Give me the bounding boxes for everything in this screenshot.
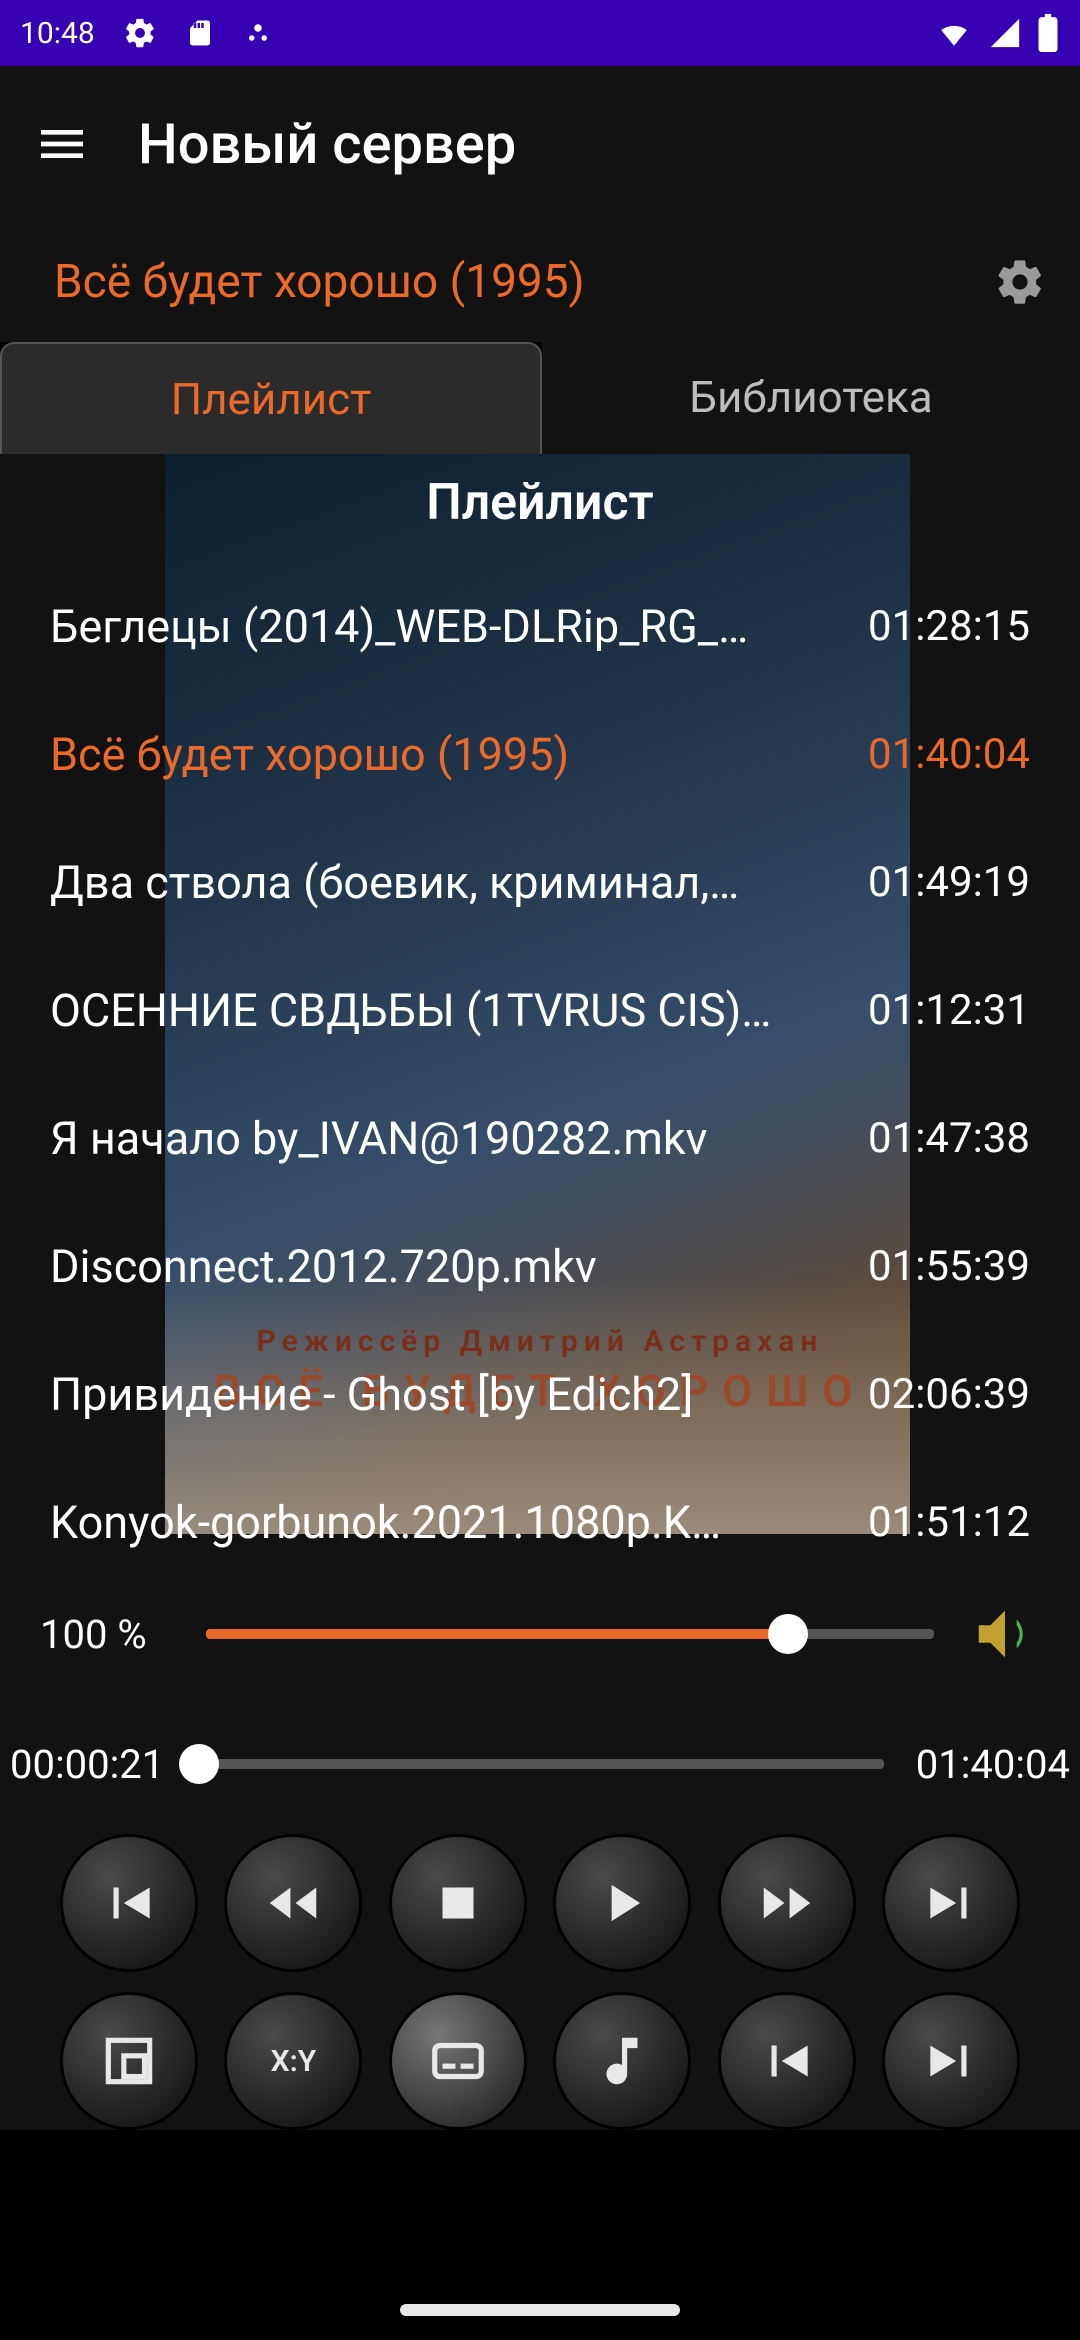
chapter-prev-button[interactable]	[718, 1992, 856, 2130]
battery-icon	[1036, 14, 1060, 52]
page-title: Новый сервер	[138, 111, 516, 177]
track-duration: 01:12:31	[868, 986, 1030, 1035]
tab-label: Плейлист	[171, 373, 372, 425]
tab-label: Библиотека	[689, 371, 932, 423]
nav-bar	[0, 2280, 1080, 2340]
home-indicator[interactable]	[400, 2304, 680, 2316]
list-item[interactable]: Konyok-gorbunok.2021.1080p.K…01:51:12	[50, 1458, 1030, 1554]
track-name: Всё будет хорошо (1995)	[50, 728, 868, 781]
track-duration: 01:40:04	[868, 730, 1030, 779]
fast-forward-button[interactable]	[718, 1834, 856, 1972]
track-duration: 01:47:38	[868, 1114, 1030, 1163]
track-name: Привидение - Ghost [by Edich2]	[50, 1368, 868, 1421]
playlist-content: Режиссёр Дмитрий Астрахан ВСЁ БУДЕТ ХОРО…	[0, 454, 1080, 1554]
tab-library[interactable]: Библиотека	[542, 342, 1080, 454]
stop-button[interactable]	[389, 1834, 527, 1972]
volume-knob[interactable]	[768, 1614, 808, 1654]
chapter-next-button[interactable]	[882, 1992, 1020, 2130]
track-name: Два ствола (боевик, криминал,…	[50, 856, 868, 909]
sd-card-icon	[185, 16, 215, 50]
track-name: Konyok-gorbunok.2021.1080p.K…	[50, 1496, 868, 1549]
tabs: Плейлист Библиотека	[0, 342, 1080, 454]
gear-status-icon	[123, 16, 157, 50]
location-icon	[243, 16, 273, 50]
status-bar: 10:48	[0, 0, 1080, 66]
track-name: Беглецы (2014)_WEB-DLRip_RG_…	[50, 600, 868, 653]
app-bar: Новый сервер	[0, 66, 1080, 222]
rewind-button[interactable]	[224, 1834, 362, 1972]
track-duration: 01:28:15	[868, 602, 1030, 651]
status-time: 10:48	[20, 16, 95, 51]
list-item[interactable]: Я начало by_IVAN@190282.mkv01:47:38	[50, 1074, 1030, 1202]
list-item[interactable]: Disconnect.2012.720p.mkv01:55:39	[50, 1202, 1030, 1330]
track-duration: 02:06:39	[868, 1370, 1030, 1419]
track-name: ОСЕННИЕ СВДЬБЫ (1TVRUS CIS)…	[50, 984, 868, 1037]
track-duration: 01:51:12	[868, 1498, 1030, 1547]
now-playing-title: Всё будет хорошо (1995)	[54, 255, 585, 309]
transport-controls: X:Y	[0, 1814, 1080, 2130]
list-item[interactable]: Всё будет хорошо (1995)01:40:04	[50, 690, 1030, 818]
elapsed-time: 00:00:21	[10, 1741, 164, 1788]
aspect-ratio-button[interactable]: X:Y	[224, 1992, 362, 2130]
volume-label: 100 %	[40, 1611, 170, 1658]
prev-track-button[interactable]	[60, 1834, 198, 1972]
track-name: Disconnect.2012.720p.mkv	[50, 1240, 868, 1293]
next-track-button[interactable]	[882, 1834, 1020, 1972]
subtitles-button[interactable]	[389, 1992, 527, 2130]
total-time: 01:40:04	[916, 1741, 1070, 1788]
track-duration: 01:49:19	[868, 858, 1030, 907]
menu-icon[interactable]	[34, 116, 90, 172]
list-item[interactable]: Два ствола (боевик, криминал,…01:49:19	[50, 818, 1030, 946]
track-name: Я начало by_IVAN@190282.mkv	[50, 1112, 868, 1165]
progress-row: 00:00:21 01:40:04	[0, 1714, 1080, 1814]
settings-icon[interactable]	[994, 256, 1046, 308]
volume-fill	[206, 1629, 788, 1639]
volume-row: 100 %	[0, 1554, 1080, 1714]
play-button[interactable]	[553, 1834, 691, 1972]
list-item[interactable]: Беглецы (2014)_WEB-DLRip_RG_…01:28:15	[50, 562, 1030, 690]
playlist-header: Плейлист	[50, 474, 1030, 532]
signal-icon	[988, 16, 1022, 50]
audio-track-button[interactable]	[553, 1992, 691, 2130]
fullscreen-button[interactable]	[60, 1992, 198, 2130]
speaker-icon[interactable]	[970, 1599, 1040, 1669]
now-playing-row: Всё будет хорошо (1995)	[0, 222, 1080, 342]
track-duration: 01:55:39	[868, 1242, 1030, 1291]
progress-knob[interactable]	[179, 1744, 219, 1784]
volume-slider[interactable]	[206, 1629, 934, 1639]
aspect-label: X:Y	[271, 2044, 317, 2079]
list-item[interactable]: Привидение - Ghost [by Edich2]02:06:39	[50, 1330, 1030, 1458]
tab-playlist[interactable]: Плейлист	[0, 342, 542, 454]
wifi-icon	[934, 16, 974, 50]
progress-slider[interactable]	[196, 1759, 883, 1769]
list-item[interactable]: ОСЕННИЕ СВДЬБЫ (1TVRUS CIS)…01:12:31	[50, 946, 1030, 1074]
